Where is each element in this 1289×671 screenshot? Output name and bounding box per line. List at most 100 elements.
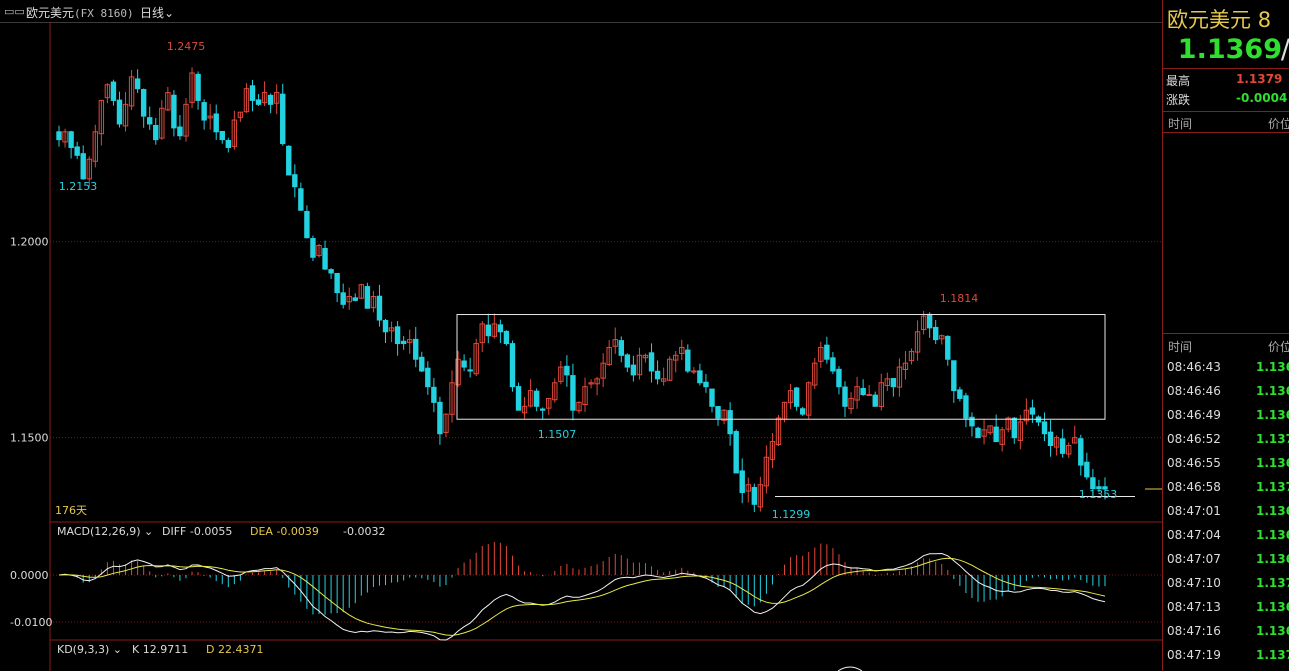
candle-body xyxy=(709,388,715,407)
tick-time: 08:46:46 xyxy=(1167,384,1221,398)
candle-body xyxy=(733,431,739,474)
candle-body xyxy=(1047,431,1054,446)
tick-header-1: 时间价位 xyxy=(1168,117,1289,131)
candle-body xyxy=(830,357,836,372)
candle-body xyxy=(963,395,969,419)
candle-body xyxy=(80,153,86,180)
candle-body xyxy=(540,408,546,411)
candle-body xyxy=(654,370,661,380)
candle-body xyxy=(68,131,74,148)
candle-body xyxy=(793,387,800,407)
macd-value: -0.0032 xyxy=(343,525,385,538)
tick-row: 08:47:16 1.1369 xyxy=(1167,624,1289,648)
overlay xyxy=(456,314,1162,497)
candle-body xyxy=(394,326,401,345)
divider xyxy=(1163,333,1289,334)
kline-chart[interactable]: 1.2000 1.1500 1.2475 1.2153 1.1507 1.1814 1.12… xyxy=(0,0,1162,671)
divider xyxy=(1163,68,1289,69)
candle-body xyxy=(340,292,346,305)
tick-row: 08:47:10 1.1370 xyxy=(1167,576,1289,600)
candle-body xyxy=(1059,438,1066,454)
candle-body xyxy=(352,297,358,301)
high-label: 1.1814 xyxy=(940,292,979,305)
candle-body xyxy=(872,394,878,407)
candle-body xyxy=(951,360,957,392)
candle-body xyxy=(213,113,219,133)
candle-body xyxy=(751,487,758,505)
candle-body xyxy=(630,364,637,376)
candle-body xyxy=(116,99,123,125)
candle-body xyxy=(177,126,183,137)
tick-price: 1.1368 xyxy=(1256,360,1289,374)
macd-title: MACD(12,26,9) ⌄ xyxy=(57,525,153,538)
tick-price: 1.1369 xyxy=(1256,384,1289,398)
tick-time: 08:46:58 xyxy=(1167,480,1221,494)
candle-body xyxy=(171,94,177,129)
candle-body xyxy=(134,78,141,90)
candle-body xyxy=(957,389,963,399)
candle-body xyxy=(419,356,425,372)
tick-row: 08:47:13 1.1369 xyxy=(1167,600,1289,624)
candle-body xyxy=(691,370,697,373)
tick-row: 08:46:46 1.1369 xyxy=(1167,384,1289,408)
chart-labels: 1.2000 1.1500 1.2475 1.2153 1.1507 1.1814 1.12… xyxy=(10,40,1117,656)
candle-body xyxy=(364,286,371,309)
low-label: 1.1507 xyxy=(538,428,577,441)
tick-row: 08:46:55 1.1369 xyxy=(1167,456,1289,480)
tick-time: 08:47:01 xyxy=(1167,504,1221,518)
candle-body xyxy=(267,94,274,105)
candle-body xyxy=(140,89,147,117)
low-label: 1.1299 xyxy=(772,508,811,521)
candle-body xyxy=(1041,421,1048,435)
candle-body xyxy=(110,81,117,101)
tick-row: 08:46:43 1.1368 xyxy=(1167,360,1289,384)
tick-price: 1.1369 xyxy=(1256,456,1289,470)
candle-body xyxy=(503,330,510,345)
y-tick-label: 1.1500 xyxy=(10,432,49,445)
kd-panel xyxy=(837,666,863,671)
candle-body xyxy=(1078,438,1084,466)
candle-body xyxy=(799,408,806,415)
kd-line xyxy=(837,666,863,671)
tick-time: 08:47:10 xyxy=(1167,576,1221,590)
tick-row: 08:46:52 1.1370 xyxy=(1167,432,1289,456)
change-row: 涨跌 -0.0004 xyxy=(1166,91,1288,107)
candle-body xyxy=(153,125,159,141)
candle-body xyxy=(74,146,80,156)
candle-body xyxy=(932,326,939,341)
price-slash: / xyxy=(1281,34,1289,65)
tick-price: 1.1369 xyxy=(1256,528,1289,542)
tick-time: 08:46:55 xyxy=(1167,456,1221,470)
candle-body xyxy=(310,238,316,258)
tick-row: 08:46:49 1.1367 xyxy=(1167,408,1289,432)
tick-time: 08:46:52 xyxy=(1167,432,1221,446)
tick-row: 08:47:01 1.1368 xyxy=(1167,504,1289,528)
candle-body xyxy=(509,343,516,388)
candle-body xyxy=(860,387,866,396)
tick-row: 08:47:04 1.1369 xyxy=(1167,528,1289,552)
candle-body xyxy=(292,174,298,188)
candle-body xyxy=(467,369,473,372)
candle-body xyxy=(515,386,522,411)
tick-price: 1.1368 xyxy=(1256,504,1289,518)
tick-price: 1.1370 xyxy=(1256,432,1289,446)
quote-panel: 欧元美元 8 1.1369 / 最高1.1379 涨跌-0.0004 时间价位 … xyxy=(1162,0,1289,671)
tick-price: 1.1367 xyxy=(1256,408,1289,422)
candle-body xyxy=(945,335,951,360)
low-label: 1.1353 xyxy=(1079,488,1118,501)
divider xyxy=(1163,111,1289,112)
candle-body xyxy=(249,85,256,101)
tick-row: 08:47:07 1.1369 xyxy=(1167,552,1289,576)
tick-price: 1.1369 xyxy=(1256,624,1289,638)
candle-body xyxy=(147,117,153,125)
macd-panel xyxy=(50,541,1162,641)
tick-row: 08:46:58 1.1370 xyxy=(1167,480,1289,504)
candle-body xyxy=(225,139,232,148)
tick-price: 1.1370 xyxy=(1256,648,1289,662)
tick-price: 1.1370 xyxy=(1256,480,1289,494)
candle-body xyxy=(890,378,897,388)
candle-body xyxy=(570,375,576,411)
candle-body xyxy=(1084,461,1090,478)
candle-body xyxy=(703,381,709,388)
macd-dea-value: DEA -0.0039 xyxy=(250,525,319,538)
